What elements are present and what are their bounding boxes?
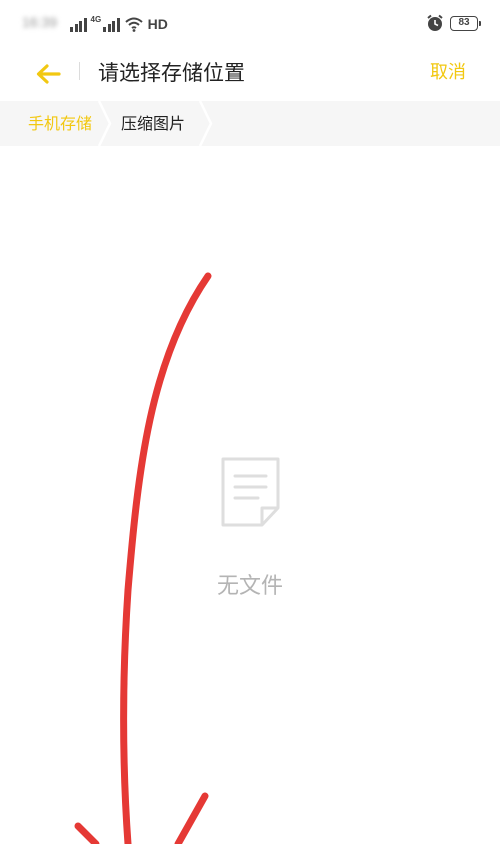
status-icons-right: 83 <box>426 14 481 32</box>
battery-level: 83 <box>458 16 470 28</box>
app-header: 请选择存储位置 取消 <box>0 48 500 100</box>
alarm-icon <box>427 14 443 31</box>
wifi-icon <box>125 17 143 32</box>
page-title: 请选择存储位置 <box>98 61 245 85</box>
breadcrumb-separator <box>199 101 213 146</box>
document-icon <box>221 457 280 527</box>
breadcrumb-item-compressed-images[interactable]: 压缩图片 <box>121 101 185 146</box>
breadcrumb: 手机存储 压缩图片 <box>0 101 500 146</box>
network-type: 4G <box>90 15 102 24</box>
status-bar: 16:39 4G HD 83 <box>0 0 500 48</box>
cancel-button[interactable]: 取消 <box>430 58 466 84</box>
signal-4g-icon <box>103 18 120 32</box>
status-time: 16:39 <box>22 14 58 30</box>
hd-indicator: HD <box>147 16 168 32</box>
breadcrumb-item-phone-storage[interactable]: 手机存储 <box>28 101 92 146</box>
battery-icon: 83 <box>450 15 481 31</box>
back-arrow-icon <box>36 64 61 84</box>
empty-state-text: 无文件 <box>216 574 283 599</box>
signal-icon <box>70 18 87 32</box>
back-button[interactable] <box>30 56 66 92</box>
status-icons: 4G HD <box>70 14 168 32</box>
breadcrumb-separator <box>98 101 112 146</box>
header-divider <box>79 62 80 80</box>
